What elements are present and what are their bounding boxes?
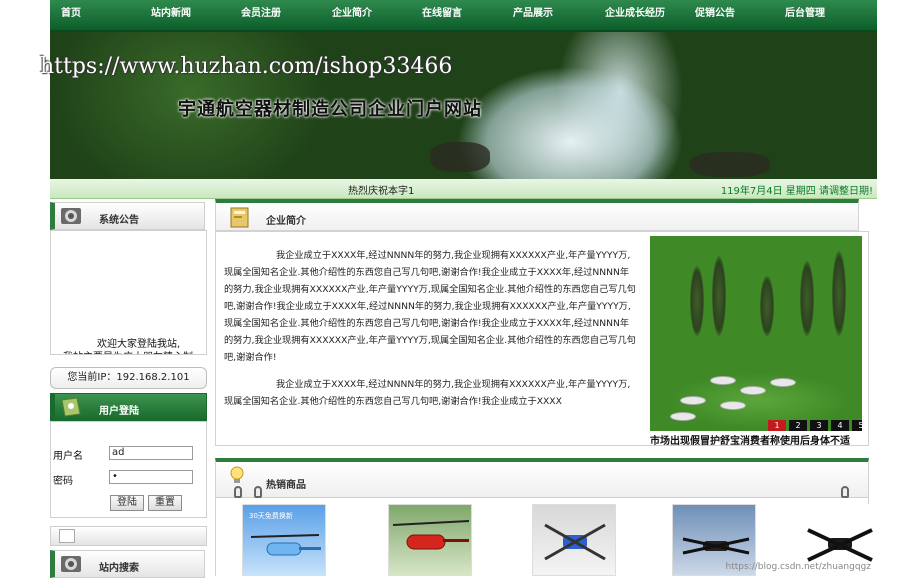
username-input[interactable]: ad	[109, 446, 193, 460]
slide-caption[interactable]: 市场出现假冒护舒宝消费者称使用后身体不适	[650, 432, 870, 447]
reset-button[interactable]: 重置	[148, 495, 182, 511]
intro-panel-body: 我企业成立于XXXX年,经过NNNN年的努力,我企业现拥有XXXXXX产业,年产…	[215, 231, 870, 447]
hot-products-header: 热销商品	[215, 458, 869, 498]
tree	[800, 261, 814, 336]
current-date: 119年7月4日 星期四 请调整日期!	[720, 186, 873, 197]
nav-item-news[interactable]: 站内新闻	[136, 0, 206, 30]
nav-item-register[interactable]: 会员注册	[226, 0, 296, 30]
user-icon	[59, 396, 83, 418]
nav-item-home[interactable]: 首页	[50, 0, 92, 30]
clip-icon	[234, 486, 242, 498]
slide-indicator[interactable]: 3	[810, 420, 828, 431]
slideshow-image[interactable]: 1 2 3 4 5	[650, 236, 862, 431]
nav-item-history[interactable]: 企业成长经历	[590, 0, 680, 30]
hot-products-title: 热销商品	[266, 480, 306, 491]
product-thumbnail[interactable]: 30天免费换新	[242, 504, 326, 576]
page: 首页 站内新闻 会员注册 企业简介 在线留言 产品展示 企业成长经历 促销公告 …	[40, 0, 884, 578]
nav-item-about[interactable]: 企业简介	[316, 0, 388, 30]
banner-rock	[690, 152, 770, 177]
stepping-stone	[740, 386, 766, 395]
notice-line: 我站主要是为广大朋友精心制	[63, 348, 193, 354]
product-thumbnail[interactable]	[388, 504, 472, 576]
password-label: 密码	[53, 476, 73, 487]
search-title: 站内搜索	[99, 563, 139, 574]
footer-watermark: https://blog.csdn.net/zhuangqgz	[725, 562, 872, 572]
tree	[690, 266, 704, 336]
intro-paragraph: 我企业成立于XXXX年,经过NNNN年的努力,我企业现拥有XXXXXX产业,年产…	[224, 250, 636, 363]
login-button[interactable]: 登陆	[110, 495, 144, 511]
nav-item-promotions[interactable]: 促销公告	[680, 0, 750, 30]
book-icon	[228, 205, 252, 229]
notice-title: 系统公告	[99, 215, 139, 226]
mini-panel	[50, 526, 207, 546]
stepping-stone	[670, 412, 696, 421]
tree	[712, 256, 726, 336]
stepping-stone	[770, 378, 796, 387]
nav-item-admin[interactable]: 后台管理	[770, 0, 840, 30]
speaker-icon	[59, 205, 83, 227]
banner-rock	[430, 142, 490, 172]
login-title: 用户登陆	[99, 406, 139, 417]
product-thumbnail[interactable]	[532, 504, 616, 576]
login-panel-body: 用户名 ad 密码 • 登陆 重置	[50, 421, 207, 518]
url-watermark: https://www.huzhan.com/ishop33466	[40, 54, 453, 79]
nav-item-guestbook[interactable]: 在线留言	[407, 0, 477, 30]
search-panel-header: 站内搜索	[50, 550, 205, 578]
stepping-stone	[720, 401, 746, 410]
clip-icon	[841, 486, 849, 498]
top-nav: 首页 站内新闻 会员注册 企业简介 在线留言 产品展示 企业成长经历 促销公告 …	[50, 0, 877, 32]
speaker-icon	[59, 553, 83, 575]
tree	[832, 251, 846, 336]
slide-indicators: 1 2 3 4 5	[768, 420, 862, 431]
ticker-bar: 热烈庆祝本字1 119年7月4日 星期四 请调整日期!	[50, 179, 877, 199]
slide-indicator[interactable]: 2	[789, 420, 807, 431]
slide-indicator[interactable]: 5	[852, 420, 862, 431]
lightbulb-icon	[226, 464, 248, 486]
stepping-stone	[710, 376, 736, 385]
intro-panel-header: 企业简介	[215, 199, 859, 231]
product-badge: 30天免费换新	[249, 512, 293, 520]
helicopter-icon	[392, 520, 470, 550]
tree	[760, 276, 774, 336]
nav-item-products[interactable]: 产品展示	[498, 0, 568, 30]
password-input[interactable]: •	[109, 470, 193, 484]
slide-indicator[interactable]: 1	[768, 420, 786, 431]
ip-display: 您当前IP：192.168.2.101	[50, 367, 207, 389]
ticker-text: 热烈庆祝本字1	[348, 186, 415, 197]
site-title: 宇通航空器材制造公司企业门户网站	[178, 99, 482, 120]
notice-panel-header: 系统公告	[50, 202, 205, 230]
notice-panel-body: 欢迎大家登陆我站, 我站主要是为广大朋友精心制	[50, 230, 207, 355]
username-label: 用户名	[53, 451, 83, 462]
login-panel-header: 用户登陆	[50, 393, 207, 421]
intro-title: 企业简介	[266, 216, 306, 227]
slide-indicator[interactable]: 4	[831, 420, 849, 431]
intro-paragraph: 我企业成立于XXXX年,经过NNNN年的努力,我企业现拥有XXXXXX产业,年产…	[224, 379, 631, 407]
drone-icon	[544, 523, 606, 561]
clip-icon	[254, 486, 262, 498]
stepping-stone	[680, 396, 706, 405]
checkbox-icon	[59, 529, 75, 543]
